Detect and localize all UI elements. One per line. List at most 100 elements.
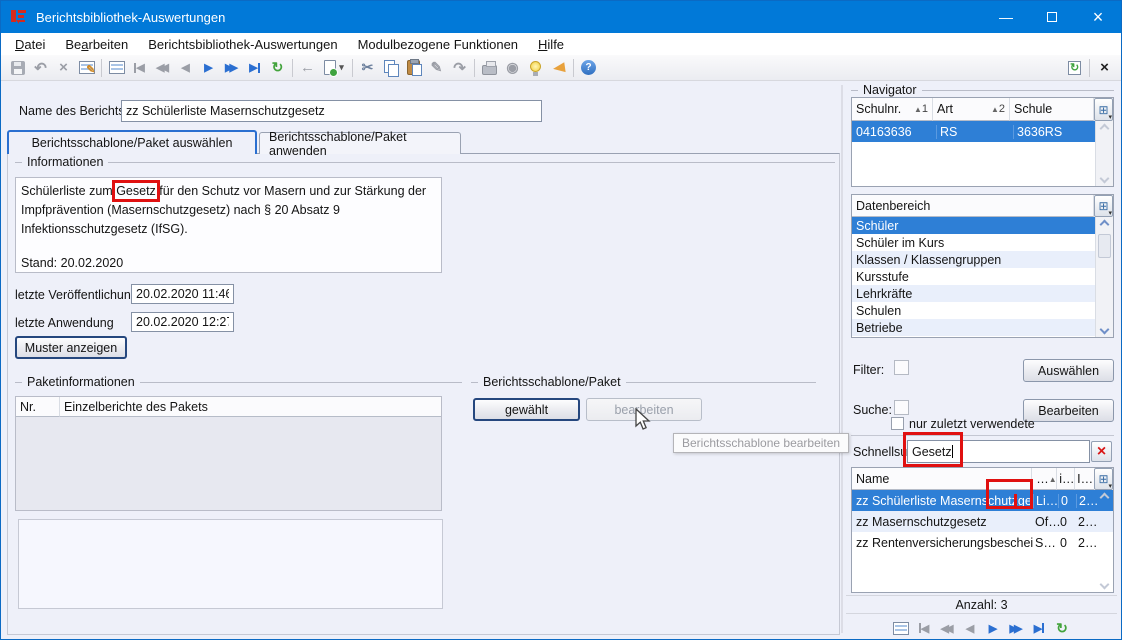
result-row-1[interactable]: zz Schülerliste Masernschutzgesetz Li… 0… <box>852 490 1113 511</box>
undo-button[interactable]: ↶ <box>29 57 52 79</box>
list-item-schulen[interactable]: Schulen <box>852 302 1096 319</box>
datasheet-button[interactable] <box>890 617 913 639</box>
delete-button[interactable]: × <box>52 57 75 79</box>
col-art[interactable]: Art▲2 <box>933 98 1010 121</box>
new-document-button[interactable]: ▾ <box>319 57 349 79</box>
col-schulnr[interactable]: Schulnr.▲▲11 <box>852 98 933 121</box>
edit-record-button[interactable]: ✎ <box>75 57 98 79</box>
disc-button[interactable]: ◉ <box>501 57 524 79</box>
paketinformationen-group-header: Paketinformationen <box>15 375 462 389</box>
forward-button[interactable]: ▶▶ <box>1005 617 1028 639</box>
scroll-down-icon[interactable] <box>1100 174 1110 184</box>
results-col-name[interactable]: Name <box>852 468 1032 490</box>
back-button[interactable]: ← <box>296 57 319 79</box>
list-item-lehrkraefte[interactable]: Lehrkräfte <box>852 285 1096 302</box>
scroll-up-icon[interactable] <box>1099 493 1109 503</box>
cut-button[interactable]: ✂ <box>356 57 379 79</box>
result-row-3[interactable]: zz Rentenversicherungsbescheinigung… S… … <box>852 532 1113 553</box>
grid-customize-button[interactable]: ⊞▾ <box>1094 98 1113 121</box>
list-item-kursstufe[interactable]: Kursstufe <box>852 268 1096 285</box>
app-window: Berichtsbibliothek-Auswertungen — × Date… <box>0 0 1122 640</box>
bearbeiten-suche-button[interactable]: Bearbeiten <box>1023 399 1114 422</box>
notes-box[interactable] <box>18 519 443 609</box>
gewaehlt-button[interactable]: gewählt <box>473 398 580 421</box>
maximize-button[interactable] <box>1029 1 1075 33</box>
applied-input[interactable] <box>131 312 234 332</box>
previous-record-button[interactable]: ◀ <box>174 57 197 79</box>
menu-hilfe[interactable]: Hilfe <box>528 35 574 54</box>
menu-berichtsbibliothek[interactable]: Berichtsbibliothek-Auswertungen <box>138 35 347 54</box>
paket-col-reports[interactable]: Einzelberichte des Pakets <box>60 397 441 417</box>
export-icon <box>1068 61 1081 75</box>
dropdown-icon[interactable]: ▾ <box>339 62 344 73</box>
notify-button[interactable] <box>547 57 570 79</box>
results-col-l[interactable]: I… <box>1075 468 1094 490</box>
previous-record-button[interactable]: ◀ <box>959 617 982 639</box>
highlight-annotation-result: gesetz <box>1018 494 1033 508</box>
refresh-button[interactable]: ↻ <box>266 57 289 79</box>
list-item-schueler-im-kurs[interactable]: Schüler im Kurs <box>852 234 1096 251</box>
rewind-button[interactable]: ◀◀ <box>151 57 174 79</box>
list-item-betriebe[interactable]: Betriebe <box>852 319 1096 336</box>
menu-datei[interactable]: Datei <box>5 35 55 54</box>
edit-form-icon: ✎ <box>79 61 95 74</box>
help-button[interactable]: ? <box>577 57 600 79</box>
last-record-button[interactable]: ▶ <box>243 57 266 79</box>
scroll-up-icon[interactable] <box>1100 220 1110 230</box>
datenbereich-scrollbar[interactable] <box>1095 217 1113 337</box>
last-record-button[interactable]: ▶ <box>1028 617 1051 639</box>
minimize-button[interactable]: — <box>983 1 1029 33</box>
hint-button[interactable] <box>524 57 547 79</box>
published-input[interactable] <box>131 284 234 304</box>
school-grid-scrollbar[interactable] <box>1095 121 1113 186</box>
list-item-schueler[interactable]: Schüler <box>852 217 1096 234</box>
datenbereich-header[interactable]: Datenbereich <box>852 195 1094 217</box>
rewind-button[interactable]: ◀◀ <box>936 617 959 639</box>
close-button[interactable]: × <box>1075 1 1121 33</box>
edit-page-button[interactable]: ✎ <box>425 57 448 79</box>
scroll-thumb[interactable] <box>1098 234 1111 258</box>
col-schule[interactable]: Schule <box>1010 98 1094 121</box>
results-scrollbar[interactable] <box>1095 490 1113 592</box>
scroll-up-icon[interactable] <box>1100 124 1110 134</box>
school-row[interactable]: 04163636 RS 3636RS <box>852 121 1113 142</box>
save-button[interactable] <box>6 57 29 79</box>
results-col-sort[interactable]: …▲ <box>1032 468 1057 490</box>
clear-search-button[interactable]: × <box>1091 441 1112 462</box>
print-button[interactable] <box>478 57 501 79</box>
menu-modulbezogene-funktionen[interactable]: Modulbezogene Funktionen <box>348 35 528 54</box>
revert-button[interactable]: ↷ <box>448 57 471 79</box>
informationen-legend: Informationen <box>22 155 108 169</box>
forward-button[interactable]: ▶▶ <box>220 57 243 79</box>
paste-button[interactable] <box>402 57 425 79</box>
schnellsuche-input[interactable]: Gesetz <box>907 440 1090 463</box>
report-name-input[interactable] <box>121 100 542 122</box>
filter-checkbox[interactable] <box>894 360 909 375</box>
list-item-klassen[interactable]: Klassen / Klassengruppen <box>852 251 1096 268</box>
paket-col-nr[interactable]: Nr. <box>16 397 60 417</box>
tab-schablone-auswaehlen[interactable]: Berichtsschablone/Paket auswählen <box>7 130 257 154</box>
copy-button[interactable] <box>379 57 402 79</box>
datenbereich-customize-button[interactable]: ⊞▾ <box>1094 195 1113 217</box>
next-record-button[interactable]: ▶ <box>982 617 1005 639</box>
results-col-i[interactable]: i… <box>1057 468 1075 490</box>
tab-schablone-anwenden[interactable]: Berichtsschablone/Paket anwenden <box>259 132 461 154</box>
nur-zuletzt-checkbox[interactable] <box>891 417 904 430</box>
first-record-button[interactable]: ◀ <box>913 617 936 639</box>
results-customize-button[interactable]: ⊞▾ <box>1094 468 1113 490</box>
next-record-button[interactable]: ▶ <box>197 57 220 79</box>
suche-checkbox[interactable] <box>894 400 909 415</box>
panel-splitter[interactable] <box>841 85 843 633</box>
scroll-down-icon[interactable] <box>1100 325 1110 335</box>
muster-anzeigen-button[interactable]: Muster anzeigen <box>15 336 127 359</box>
auswaehlen-button[interactable]: Auswählen <box>1023 359 1114 382</box>
result-row-2[interactable]: zz Masernschutzgesetz Of… 0 2… <box>852 511 1113 532</box>
refresh-button[interactable]: ↻ <box>1051 617 1074 639</box>
scroll-down-icon[interactable] <box>1099 580 1109 590</box>
close-view-button[interactable]: × <box>1093 57 1116 79</box>
datasheet-button[interactable] <box>105 57 128 79</box>
export-button[interactable] <box>1063 57 1086 79</box>
mouse-cursor <box>631 407 651 431</box>
first-record-button[interactable]: ◀ <box>128 57 151 79</box>
menu-bearbeiten[interactable]: Bearbeiten <box>55 35 138 54</box>
